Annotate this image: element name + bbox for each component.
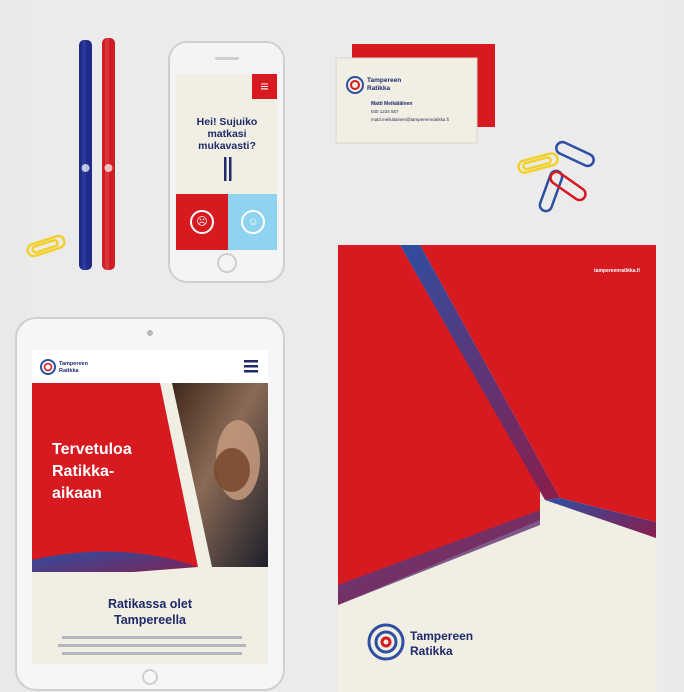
card-phone: 040 1234 567 xyxy=(371,109,399,114)
pen-blue xyxy=(79,40,92,270)
tablet-brand-line2: Ratikka xyxy=(59,368,79,374)
hamburger-menu-icon[interactable] xyxy=(240,355,262,377)
phone-menu-icon[interactable]: ≡ xyxy=(252,74,277,99)
card-brand-name-line2: Ratikka xyxy=(367,85,391,92)
hero-title-line1: Tervetuloa xyxy=(52,441,132,458)
business-cards xyxy=(335,44,495,144)
phone-feedback-question: Hei! Sujuiko matkasi mukavasti? xyxy=(196,116,258,152)
folder-brand-line2: Ratikka xyxy=(410,644,453,658)
card-contact-name: Matti Meikäläinen xyxy=(371,101,413,107)
tablet-subtitle-line1: Ratikassa olet xyxy=(107,597,193,611)
happy-face-icon[interactable]: ☺ xyxy=(245,214,261,230)
card-brand-name-line1: Tampereen xyxy=(367,77,402,84)
pen-red xyxy=(102,38,115,270)
tablet-brand-line1: Tampereen xyxy=(59,361,88,367)
sad-face-icon[interactable]: ☹ xyxy=(194,214,210,230)
card-email: matti.meikalainen@tampereenratikka.fi xyxy=(371,117,449,122)
folder-brand-line1: Tampereen xyxy=(410,629,474,643)
tablet-subtitle-line2: Tampereella xyxy=(113,613,187,627)
brand-mockup-scene xyxy=(15,0,666,692)
folder-website: tampereenratikka.fi xyxy=(594,268,640,274)
hero-title-line2: Ratikka- xyxy=(52,463,115,480)
hero-title-line3: aikaan xyxy=(52,485,102,502)
